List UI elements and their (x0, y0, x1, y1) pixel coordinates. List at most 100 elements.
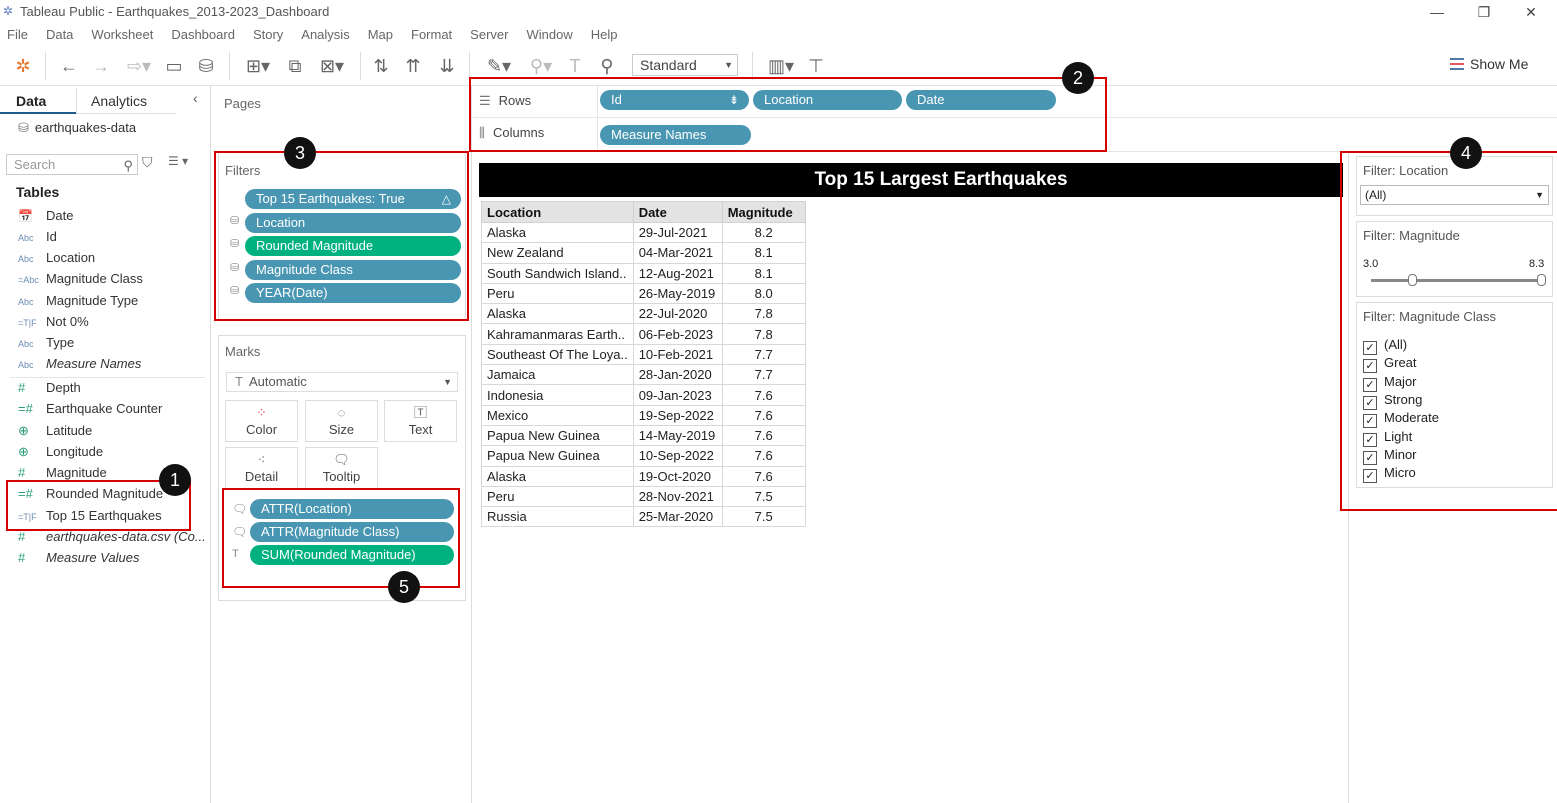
show-mark-labels-icon[interactable]: T (564, 54, 586, 78)
column-header[interactable]: Location (481, 201, 634, 223)
table-row[interactable]: Indonesia 09-Jan-2023 7.6 (481, 384, 806, 406)
field-type[interactable]: Abc Type (18, 333, 74, 353)
field-measure-names[interactable]: Abc Measure Names (18, 354, 141, 374)
table-row[interactable]: Alaska 19-Oct-2020 7.6 (481, 465, 806, 487)
tableau-home-icon[interactable]: ✲ (12, 54, 34, 78)
mark-type-select[interactable]: T Automatic ▼ (226, 372, 458, 392)
tab-data[interactable]: Data (0, 88, 76, 114)
tooltip-button[interactable]: 🗨 Tooltip (305, 447, 378, 489)
string-field-icon: Abc (18, 360, 34, 370)
table-row[interactable]: Papua New Guinea 10-Sep-2022 7.6 (481, 445, 806, 467)
column-header[interactable]: Date (632, 201, 723, 223)
fit-select[interactable]: Standard ▼ (632, 54, 738, 76)
annotation-box-5 (222, 488, 460, 588)
filter-fields-icon[interactable]: ⛉ (142, 154, 153, 171)
sort-ascending-icon[interactable]: ⇈ (402, 54, 424, 78)
save-icon[interactable]: ▭ (163, 54, 185, 78)
swap-rows-columns-icon[interactable]: ⇅ (370, 54, 392, 78)
datasource-item[interactable]: ⛁ earthquakes-data (18, 120, 136, 136)
menu-worksheet[interactable]: Worksheet (91, 24, 153, 46)
menu-server[interactable]: Server (470, 24, 508, 46)
table-row[interactable]: Papua New Guinea 14-May-2019 7.6 (481, 424, 806, 447)
show-me-icon (1450, 58, 1464, 70)
tab-analytics[interactable]: Analytics (76, 88, 176, 114)
field-depth[interactable]: # Depth (18, 378, 81, 398)
show-me-button[interactable]: Show Me (1450, 56, 1528, 72)
table-row[interactable]: Russia 25-Mar-2020 7.5 (481, 506, 806, 528)
number-field-icon: # (18, 380, 26, 395)
menu-map[interactable]: Map (368, 24, 393, 46)
minimize-button[interactable]: — (1422, 2, 1452, 22)
magnitude-cell: 7.7 (721, 343, 806, 366)
tooltip-label: Tooltip (322, 469, 361, 484)
field-magnitude-type[interactable]: Abc Magnitude Type (18, 291, 138, 311)
new-datasource-icon[interactable]: ⛁ (195, 54, 217, 78)
color-button[interactable]: ⁘ Color (225, 400, 298, 442)
field-magnitude-class[interactable]: =Abc Magnitude Class (18, 269, 143, 289)
duplicate-sheet-icon[interactable]: ⧉ (284, 54, 306, 78)
field-date[interactable]: 📅 Date (18, 206, 73, 226)
annotation-badge-4: 4 (1450, 137, 1482, 169)
presentation-mode-icon[interactable]: ⊤ (805, 54, 827, 78)
field-longitude[interactable]: ⊕ Longitude (18, 442, 103, 462)
detail-button[interactable]: ⁖ Detail (225, 447, 298, 489)
date-cell: 28-Nov-2021 (632, 485, 723, 508)
field-earthquake-counter[interactable]: =# Earthquake Counter (18, 399, 162, 419)
table-row[interactable]: Alaska 29-Jul-2021 8.2 (481, 221, 806, 244)
text-button[interactable]: 🅃 Text (384, 400, 457, 442)
highlight-icon[interactable]: ✎▾ (482, 54, 516, 78)
magnitude-cell: 8.1 (721, 242, 806, 264)
menu-format[interactable]: Format (411, 24, 452, 46)
menu-story[interactable]: Story (253, 24, 283, 46)
menu-window[interactable]: Window (526, 24, 572, 46)
detail-label: Detail (244, 469, 279, 484)
field-location[interactable]: Abc Location (18, 248, 95, 268)
field-id[interactable]: Abc Id (18, 227, 57, 247)
date-cell: 26-May-2019 (632, 282, 723, 305)
calculated-string-field-icon: =Abc (18, 275, 39, 285)
close-button[interactable]: ✕ (1516, 2, 1546, 22)
location-cell: Jamaica (481, 364, 634, 386)
menu-data[interactable]: Data (46, 24, 73, 46)
size-button[interactable]: ◌ Size (305, 400, 378, 442)
show-cards-icon[interactable]: ▥▾ (763, 54, 799, 78)
chevron-down-icon: ▼ (724, 60, 733, 70)
table-row[interactable]: Peru 26-May-2019 8.0 (481, 282, 806, 305)
new-worksheet-icon[interactable]: ⊞▾ (240, 54, 276, 78)
table-row[interactable]: Kahramanmaras Earth.. 06-Feb-2023 7.8 (481, 323, 806, 345)
fix-axes-icon[interactable]: ⚲ (596, 54, 618, 78)
sort-descending-icon[interactable]: ⇊ (436, 54, 458, 78)
text-label: Text (408, 422, 433, 437)
table-row[interactable]: Peru 28-Nov-2021 7.5 (481, 485, 806, 508)
table-header-row: Location Date Magnitude (481, 201, 806, 223)
table-row[interactable]: Southeast Of The Loya.. 10-Feb-2021 7.7 (481, 343, 806, 366)
table-row[interactable]: Alaska 22-Jul-2020 7.8 (481, 303, 806, 325)
location-cell: Alaska (481, 221, 634, 244)
restore-button[interactable]: ❐ (1469, 2, 1499, 22)
field-measure-values[interactable]: # Measure Values (18, 548, 139, 568)
pages-card[interactable]: Pages (218, 88, 466, 148)
table-row[interactable]: South Sandwich Island.. 12-Aug-2021 8.1 (481, 262, 806, 284)
search-input[interactable]: Search ⚲ (6, 154, 138, 175)
column-header[interactable]: Magnitude (721, 201, 806, 223)
magnitude-cell: 7.6 (721, 445, 806, 467)
field-latitude[interactable]: ⊕ Latitude (18, 421, 92, 441)
menu-file[interactable]: File (7, 24, 28, 46)
table-row[interactable]: Mexico 19-Sep-2022 7.6 (481, 404, 806, 426)
field-not-0[interactable]: =T|F Not 0% (18, 312, 89, 332)
clear-sheet-icon[interactable]: ⊠▾ (314, 54, 350, 78)
table-row[interactable]: Jamaica 28-Jan-2020 7.7 (481, 364, 806, 386)
magnitude-cell: 7.7 (721, 364, 806, 386)
undo-icon[interactable]: ← (58, 54, 80, 78)
menu-help[interactable]: Help (591, 24, 618, 46)
view-options-icon[interactable]: ☰ ▾ (168, 154, 188, 168)
replace-data-icon[interactable]: ⇨▾ (120, 54, 158, 78)
detail-icon: ⁖ (257, 452, 266, 467)
location-cell: South Sandwich Island.. (481, 262, 634, 284)
table-row[interactable]: New Zealand 04-Mar-2021 8.1 (481, 242, 806, 264)
redo-icon[interactable]: → (90, 54, 112, 78)
menu-analysis[interactable]: Analysis (301, 24, 349, 46)
menu-dashboard[interactable]: Dashboard (171, 24, 235, 46)
group-members-icon[interactable]: ⚲▾ (524, 54, 558, 78)
collapse-pane-icon[interactable]: ‹ (193, 90, 198, 106)
